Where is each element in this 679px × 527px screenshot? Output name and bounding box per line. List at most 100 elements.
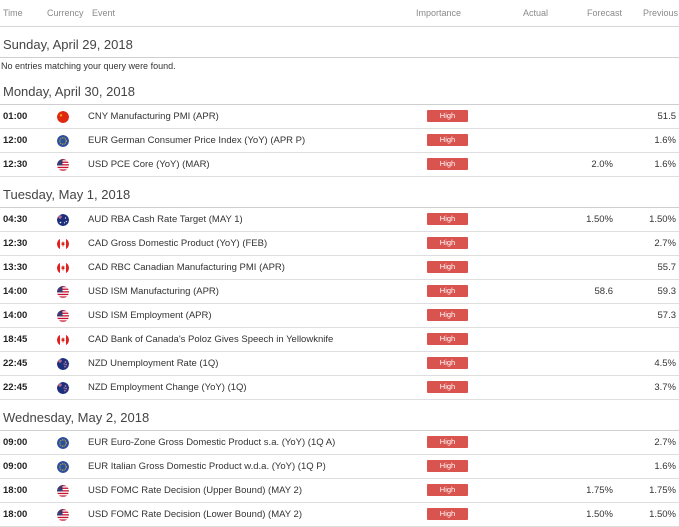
event-row[interactable]: 09:00 EUR Euro-Zone Gross Domestic Produc… — [0, 431, 679, 455]
us-flag-icon — [57, 509, 69, 521]
column-header-importance[interactable]: Importance — [416, 8, 461, 18]
previous-value: 1.6% — [654, 159, 676, 170]
forecast-value: 58.6 — [594, 286, 614, 297]
us-flag-icon — [57, 286, 69, 298]
event-time: 14:00 — [3, 310, 28, 321]
previous-value: 2.7% — [654, 437, 676, 448]
economic-calendar: Time Currency Event Importance Actual Fo… — [0, 0, 679, 527]
column-header-currency[interactable]: Currency — [47, 8, 84, 18]
event-row[interactable]: 12:30 CAD Gross Domestic Product (YoY) (F… — [0, 232, 679, 256]
day-section: Wednesday, May 2, 2018 09:00 EUR Euro-Zone… — [0, 400, 679, 527]
column-header-actual[interactable]: Actual — [523, 8, 548, 18]
previous-value: 1.75% — [649, 485, 676, 496]
previous-value: 57.3 — [657, 310, 677, 321]
forecast-value: 2.0% — [591, 159, 613, 170]
previous-value: 3.7% — [654, 382, 676, 393]
forecast-value: 1.50% — [586, 509, 613, 520]
event-row[interactable]: 04:30 AUD RBA Cash Rate Target (MAY 1) Hig… — [0, 208, 679, 232]
previous-value: 59.3 — [657, 286, 677, 297]
us-flag-icon — [57, 310, 69, 322]
event-row[interactable]: 22:45 NZD Employment Change (YoY) (1Q) Hig… — [0, 376, 679, 400]
previous-value: 55.7 — [657, 262, 677, 273]
event-row[interactable]: 09:00 EUR Italian Gross Domestic Product … — [0, 455, 679, 479]
us-flag-icon — [57, 485, 69, 497]
event-name[interactable]: CAD Bank of Canada's Poloz Gives Speech … — [88, 328, 333, 351]
ca-flag-icon — [57, 262, 69, 274]
day-header: Monday, April 30, 2018 — [0, 80, 679, 105]
cn-flag-icon — [57, 111, 69, 123]
importance-badge: High — [427, 134, 468, 146]
day-header: Tuesday, May 1, 2018 — [0, 183, 679, 208]
us-flag-icon — [57, 159, 69, 171]
previous-value: 4.5% — [654, 358, 676, 369]
table-header: Time Currency Event Importance Actual Fo… — [0, 0, 679, 27]
previous-value: 51.5 — [657, 111, 677, 122]
importance-badge: High — [427, 484, 468, 496]
event-row[interactable]: 01:00 CNY Manufacturing PMI (APR) High 51.5 — [0, 105, 679, 129]
event-row[interactable]: 18:00 USD FOMC Rate Decision (Upper Bound… — [0, 479, 679, 503]
importance-badge: High — [427, 261, 468, 273]
ca-flag-icon — [57, 238, 69, 250]
event-name[interactable]: CAD RBC Canadian Manufacturing PMI (APR) — [88, 256, 285, 279]
ca-flag-icon — [57, 334, 69, 346]
column-header-event[interactable]: Event — [92, 8, 115, 18]
event-row[interactable]: 14:00 USD ISM Manufacturing (APR) High 58.6… — [0, 280, 679, 304]
event-time: 14:00 — [3, 286, 28, 297]
column-header-time[interactable]: Time — [3, 8, 23, 18]
importance-badge: High — [427, 309, 468, 321]
event-time: 18:00 — [3, 485, 28, 496]
day-section: Sunday, April 29, 2018 No entries matchin… — [0, 27, 679, 74]
event-row[interactable]: 18:00 USD FOMC Rate Decision (Lower Bound… — [0, 503, 679, 527]
event-name[interactable]: EUR Italian Gross Domestic Product w.d.a… — [88, 455, 326, 478]
day-section: Monday, April 30, 2018 01:00 CNY Manufactu… — [0, 74, 679, 177]
importance-badge: High — [427, 460, 468, 472]
event-row[interactable]: 12:00 EUR German Consumer Price Index (Yo… — [0, 129, 679, 153]
event-row[interactable]: 14:00 USD ISM Employment (APR) High 57.3 — [0, 304, 679, 328]
event-time: 12:00 — [3, 135, 28, 146]
column-header-forecast[interactable]: Forecast — [587, 8, 622, 18]
event-time: 18:00 — [3, 509, 28, 520]
event-name[interactable]: USD FOMC Rate Decision (Upper Bound) (MA… — [88, 479, 302, 502]
importance-badge: High — [427, 436, 468, 448]
event-time: 13:30 — [3, 262, 28, 273]
nz-flag-icon — [57, 358, 69, 370]
day-header: Wednesday, May 2, 2018 — [0, 406, 679, 431]
event-time: 18:45 — [3, 334, 28, 345]
importance-badge: High — [427, 333, 468, 345]
event-name[interactable]: USD FOMC Rate Decision (Lower Bound) (MA… — [88, 503, 302, 526]
previous-value: 1.6% — [654, 135, 676, 146]
eu-flag-icon — [57, 135, 69, 147]
importance-badge: High — [427, 237, 468, 249]
previous-value: 1.50% — [649, 509, 676, 520]
event-row[interactable]: 12:30 USD PCE Core (YoY) (MAR) High 2.0% 1.6… — [0, 153, 679, 177]
event-name[interactable]: CNY Manufacturing PMI (APR) — [88, 105, 219, 128]
event-time: 22:45 — [3, 358, 28, 369]
event-name[interactable]: USD ISM Manufacturing (APR) — [88, 280, 219, 303]
no-entries-message: No entries matching your query were foun… — [1, 61, 176, 71]
event-name[interactable]: EUR German Consumer Price Index (YoY) (A… — [88, 129, 305, 152]
event-name[interactable]: EUR Euro-Zone Gross Domestic Product s.a… — [88, 431, 335, 454]
importance-badge: High — [427, 213, 468, 225]
event-name[interactable]: CAD Gross Domestic Product (YoY) (FEB) — [88, 232, 267, 255]
event-name[interactable]: USD PCE Core (YoY) (MAR) — [88, 153, 210, 176]
forecast-value: 1.50% — [586, 214, 613, 225]
event-row[interactable]: 22:45 NZD Unemployment Rate (1Q) High 4.5% — [0, 352, 679, 376]
calendar-body: Sunday, April 29, 2018 No entries matchin… — [0, 27, 679, 527]
event-row[interactable]: 18:45 CAD Bank of Canada's Poloz Gives Sp… — [0, 328, 679, 352]
eu-flag-icon — [57, 437, 69, 449]
column-header-previous[interactable]: Previous — [643, 8, 678, 18]
importance-badge: High — [427, 285, 468, 297]
previous-value: 1.50% — [649, 214, 676, 225]
event-name[interactable]: NZD Unemployment Rate (1Q) — [88, 352, 218, 375]
event-time: 04:30 — [3, 214, 28, 225]
event-name[interactable]: NZD Employment Change (YoY) (1Q) — [88, 376, 247, 399]
event-name[interactable]: AUD RBA Cash Rate Target (MAY 1) — [88, 208, 243, 231]
event-time: 09:00 — [3, 437, 28, 448]
day-header: Sunday, April 29, 2018 — [0, 33, 679, 58]
event-time: 01:00 — [3, 111, 28, 122]
event-row[interactable]: 13:30 CAD RBC Canadian Manufacturing PMI … — [0, 256, 679, 280]
au-flag-icon — [57, 214, 69, 226]
event-time: 12:30 — [3, 159, 28, 170]
event-name[interactable]: USD ISM Employment (APR) — [88, 304, 212, 327]
forecast-value: 1.75% — [586, 485, 613, 496]
